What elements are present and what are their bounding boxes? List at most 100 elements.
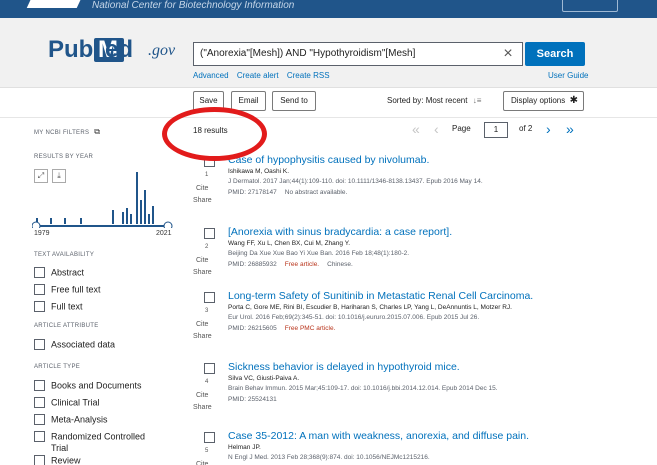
my-ncbi-filters-label[interactable]: MY NCBI FILTERS ⧉: [34, 127, 100, 137]
logo-pub: Pub: [48, 36, 94, 63]
share-button[interactable]: Share: [193, 269, 212, 276]
result-authors: Silva VC, Giusti-Paiva A.: [228, 375, 300, 382]
next-page-icon[interactable]: ›: [546, 121, 551, 137]
result-note: Chinese.: [327, 261, 353, 268]
highlight-circle: [162, 107, 267, 161]
filter-books-and-documents[interactable]: Books and Documents: [34, 380, 142, 394]
result-title-link[interactable]: Case of hypophysitis caused by nivolumab…: [228, 154, 429, 166]
year-histogram[interactable]: [32, 170, 178, 228]
article-type-label: ARTICLE TYPE: [34, 364, 81, 370]
ncbi-logo[interactable]: [26, 0, 84, 8]
results-toolbar: Save Email Send to Sorted by: Most recen…: [0, 88, 657, 118]
result-checkbox[interactable]: [204, 292, 215, 303]
share-button[interactable]: Share: [193, 197, 212, 204]
filter-full-text[interactable]: Full text: [34, 301, 83, 315]
cite-button[interactable]: Cite: [196, 185, 208, 192]
send-to-button[interactable]: Send to: [272, 91, 316, 111]
filter-label: Free full text: [51, 284, 101, 295]
free-article-badge: Free PMC article.: [284, 325, 336, 332]
year-end-label: 2021: [156, 230, 172, 237]
filter-label: Review: [51, 455, 81, 465]
checkbox[interactable]: [34, 284, 45, 296]
my-ncbi-filters-text: MY NCBI FILTERS: [34, 130, 90, 136]
search-input[interactable]: ("Anorexia"[Mesh]) AND "Hypothyroidism"[…: [193, 42, 523, 66]
timeline-end-handle[interactable]: [163, 221, 173, 228]
result-title-link[interactable]: Long-term Safety of Sunitinib in Metasta…: [228, 290, 533, 302]
result-number: 4: [205, 379, 209, 385]
checkbox[interactable]: [34, 301, 45, 313]
year-start-label: 1979: [34, 230, 50, 237]
checkbox[interactable]: [34, 455, 45, 465]
cite-button[interactable]: Cite: [196, 461, 208, 465]
filter-associated-data[interactable]: Associated data: [34, 339, 115, 353]
filter-label: Randomized Controlled: [51, 431, 146, 442]
result-number: 2: [205, 244, 209, 250]
result-pmid-line: PMID: 25524131: [228, 396, 277, 403]
ncbi-title: National Center for Biotechnology Inform…: [92, 0, 295, 11]
filter-review[interactable]: Review: [34, 455, 81, 465]
user-guide-link[interactable]: User Guide: [548, 71, 588, 80]
share-button[interactable]: Share: [193, 333, 212, 340]
result-checkbox[interactable]: [204, 432, 215, 443]
result-pmid-line: PMID: 27178147 No abstract available.: [228, 189, 347, 196]
filter-label: Books and Documents: [51, 380, 142, 391]
text-availability-label: TEXT AVAILABILITY: [34, 252, 95, 258]
filter-label: Meta-Analysis: [51, 414, 108, 425]
checkbox[interactable]: [34, 414, 45, 426]
result-citation: Brain Behav Immun. 2015 Mar;45:109-17. d…: [228, 385, 498, 392]
first-page-icon[interactable]: «: [412, 121, 420, 137]
filter-label: Clinical Trial: [51, 397, 100, 408]
filter-clinical-trial[interactable]: Clinical Trial: [34, 397, 100, 411]
previous-page-icon[interactable]: ‹: [434, 121, 439, 137]
filter-label: Full text: [51, 301, 83, 312]
result-title-link[interactable]: Sickness behavior is delayed in hypothyr…: [228, 361, 460, 373]
sort-control[interactable]: Sorted by: Most recent ↓≡: [387, 96, 481, 105]
sort-direction-icon[interactable]: ↓≡: [473, 96, 482, 105]
gear-icon: ✱: [569, 95, 578, 106]
result-pmid-line: PMID: 26215605 Free PMC article.: [228, 325, 335, 332]
search-links: Advanced Create alert Create RSS: [193, 71, 336, 80]
result-title-link[interactable]: [Anorexia with sinus bradycardia: a case…: [228, 226, 452, 238]
checkbox[interactable]: [34, 267, 45, 279]
checkbox[interactable]: [34, 380, 45, 392]
create-alert-link[interactable]: Create alert: [237, 71, 279, 80]
checkbox[interactable]: [34, 397, 45, 409]
cite-button[interactable]: Cite: [196, 392, 208, 399]
page-number-input[interactable]: 1: [484, 122, 508, 138]
checkbox[interactable]: [34, 431, 45, 443]
result-note: No abstract available.: [284, 189, 348, 196]
result-checkbox[interactable]: [204, 363, 215, 374]
filter-meta-analysis[interactable]: Meta-Analysis: [34, 414, 108, 428]
checkbox[interactable]: [34, 339, 45, 351]
result-pmid: PMID: 25524131: [228, 396, 277, 403]
display-options-label: Display options: [511, 96, 566, 105]
filter-free-full-text[interactable]: Free full text: [34, 284, 101, 298]
result-citation: Eur Urol. 2016 Feb;69(2):345-51. doi: 10…: [228, 314, 480, 321]
page-total: of 2: [519, 124, 533, 133]
result-authors: Wang FF, Xu L, Chen BX, Cui M, Zhang Y.: [228, 240, 350, 247]
cite-button[interactable]: Cite: [196, 321, 208, 328]
advanced-link[interactable]: Advanced: [193, 71, 229, 80]
cite-button[interactable]: Cite: [196, 257, 208, 264]
ncbi-header: National Center for Biotechnology Inform…: [0, 0, 657, 18]
filter-abstract[interactable]: Abstract: [34, 267, 84, 281]
share-button[interactable]: Share: [193, 404, 212, 411]
result-citation: J Dermatol. 2017 Jan;44(1):109-110. doi:…: [228, 178, 483, 185]
result-checkbox[interactable]: [204, 228, 215, 239]
timeline-start-handle[interactable]: [32, 221, 41, 228]
create-rss-link[interactable]: Create RSS: [287, 71, 330, 80]
last-page-icon[interactable]: »: [566, 121, 574, 137]
display-options-button[interactable]: Display options ✱: [503, 91, 584, 111]
result-title-link[interactable]: Case 35-2012: A man with weakness, anore…: [228, 430, 529, 442]
result-citation: Beijing Da Xue Xue Bao Yi Xue Ban. 2016 …: [228, 250, 410, 257]
login-button[interactable]: [562, 0, 618, 12]
logo-med: ed: [105, 36, 134, 63]
search-button[interactable]: Search: [525, 42, 585, 66]
result-citation: N Engl J Med. 2013 Feb 28;368(9):874. do…: [228, 454, 430, 461]
sort-label: Sorted by: Most recent: [387, 96, 468, 105]
email-button[interactable]: Email: [231, 91, 266, 111]
page-label: Page: [452, 124, 471, 133]
results-by-year-label: RESULTS BY YEAR: [34, 154, 94, 160]
result-number: 3: [205, 308, 209, 314]
clear-search-icon[interactable]: ×: [497, 45, 519, 63]
